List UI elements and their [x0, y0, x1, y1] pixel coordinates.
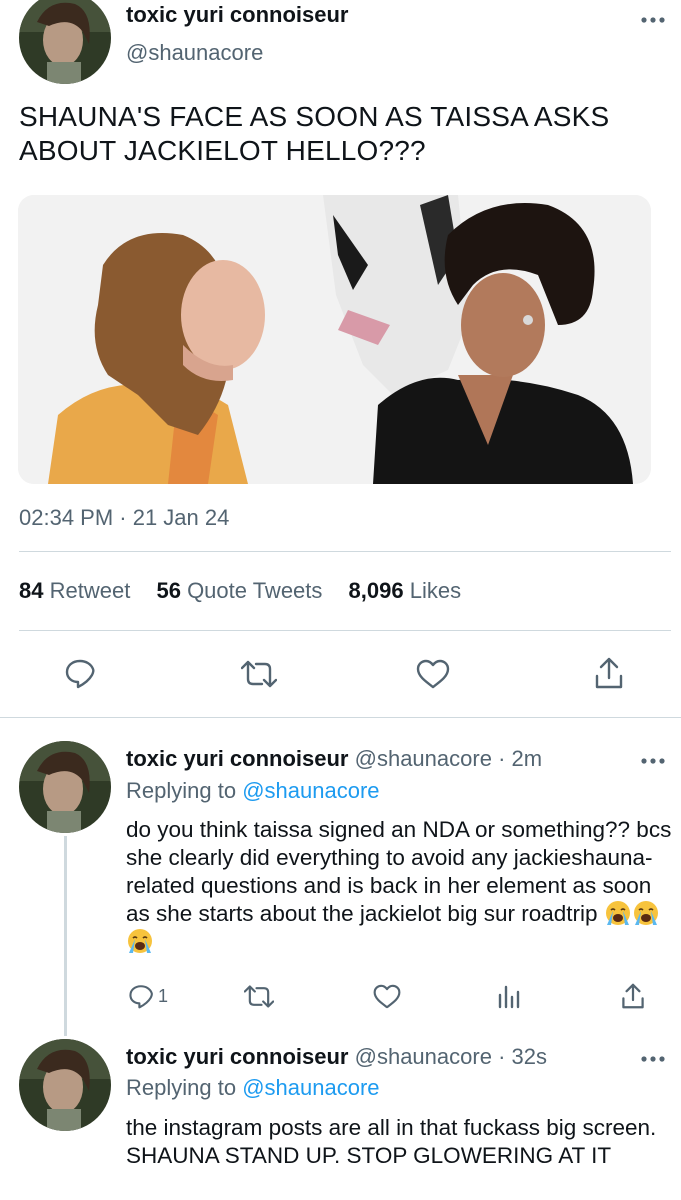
reply-icon[interactable]	[64, 657, 96, 689]
quotes-count: 56	[156, 578, 181, 603]
avatar[interactable]	[19, 741, 111, 833]
retweets-count: 84	[19, 578, 44, 603]
retweets-label: Retweet	[49, 578, 131, 603]
tweet-stats: 84 Retweet 56 Quote Tweets 8,096 Likes	[19, 578, 481, 604]
quotes-label: Quote Tweets	[187, 578, 323, 603]
loudly-crying-face-icon	[605, 901, 630, 925]
likes-label: Likes	[409, 578, 462, 603]
reply-header: toxic yuri connoiseur @shaunacore · 32s	[126, 1044, 547, 1070]
avatar[interactable]	[19, 0, 111, 84]
handle[interactable]: @shaunacore	[355, 746, 492, 771]
reply-tweet: toxic yuri connoiseur @shaunacore · 32s …	[0, 1036, 681, 1200]
divider	[19, 551, 671, 552]
replying-prefix: Replying to	[126, 778, 237, 803]
retweets-stat[interactable]: 84 Retweet	[19, 578, 130, 603]
display-name[interactable]: toxic yuri connoiseur	[126, 746, 349, 771]
reply-text: do you think taissa signed an NDA or som…	[126, 816, 674, 956]
loudly-crying-face-icon	[633, 901, 658, 925]
likes-count: 8,096	[348, 578, 404, 603]
display-name[interactable]: toxic yuri connoiseur	[126, 2, 349, 28]
retweet-icon[interactable]	[241, 659, 277, 689]
mention-link[interactable]: @shaunacore	[242, 1075, 379, 1100]
more-options-icon[interactable]	[640, 15, 666, 25]
mention-link[interactable]: @shaunacore	[242, 778, 379, 803]
retweet-icon[interactable]	[244, 984, 274, 1009]
handle[interactable]: @shaunacore	[126, 40, 263, 66]
reply-count: 1	[158, 986, 169, 1006]
replying-to: Replying to @shaunacore	[126, 1075, 380, 1101]
reply-icon[interactable]	[128, 983, 154, 1009]
reply-time[interactable]: · 32s	[498, 1044, 547, 1069]
reply-time[interactable]: · 2m	[498, 746, 542, 771]
reply-body: do you think taissa signed an NDA or som…	[126, 817, 672, 926]
display-name[interactable]: toxic yuri connoiseur	[126, 1044, 349, 1069]
reply-header: toxic yuri connoiseur @shaunacore · 2m	[126, 746, 542, 772]
reply-tweet: toxic yuri connoiseur @shaunacore · 2m R…	[0, 718, 681, 1036]
replying-to: Replying to @shaunacore	[126, 778, 380, 804]
tweet-media-image[interactable]	[18, 195, 651, 484]
main-tweet: toxic yuri connoiseur @shaunacore SHAUNA…	[0, 0, 681, 717]
avatar[interactable]	[19, 1039, 111, 1131]
divider	[19, 630, 671, 631]
more-options-icon[interactable]	[640, 756, 666, 766]
reply-text: the instagram posts are all in that fuck…	[126, 1115, 657, 1168]
handle[interactable]: @shaunacore	[355, 1044, 492, 1069]
likes-stat[interactable]: 8,096 Likes	[349, 578, 462, 603]
tweet-text: SHAUNA'S FACE AS SOON AS TAISSA ASKS ABO…	[19, 101, 610, 166]
share-icon[interactable]	[594, 656, 624, 690]
tweet-timestamp[interactable]: 02:34 PM · 21 Jan 24	[19, 505, 229, 531]
replying-prefix: Replying to	[126, 1075, 237, 1100]
like-icon[interactable]	[416, 659, 450, 689]
like-icon[interactable]	[373, 984, 401, 1009]
analytics-icon[interactable]	[497, 983, 521, 1009]
loudly-crying-face-icon	[128, 929, 152, 953]
thread-line	[64, 836, 67, 1036]
quotes-stat[interactable]: 56 Quote Tweets	[156, 578, 322, 603]
more-options-icon[interactable]	[640, 1054, 666, 1064]
share-icon[interactable]	[621, 982, 645, 1010]
